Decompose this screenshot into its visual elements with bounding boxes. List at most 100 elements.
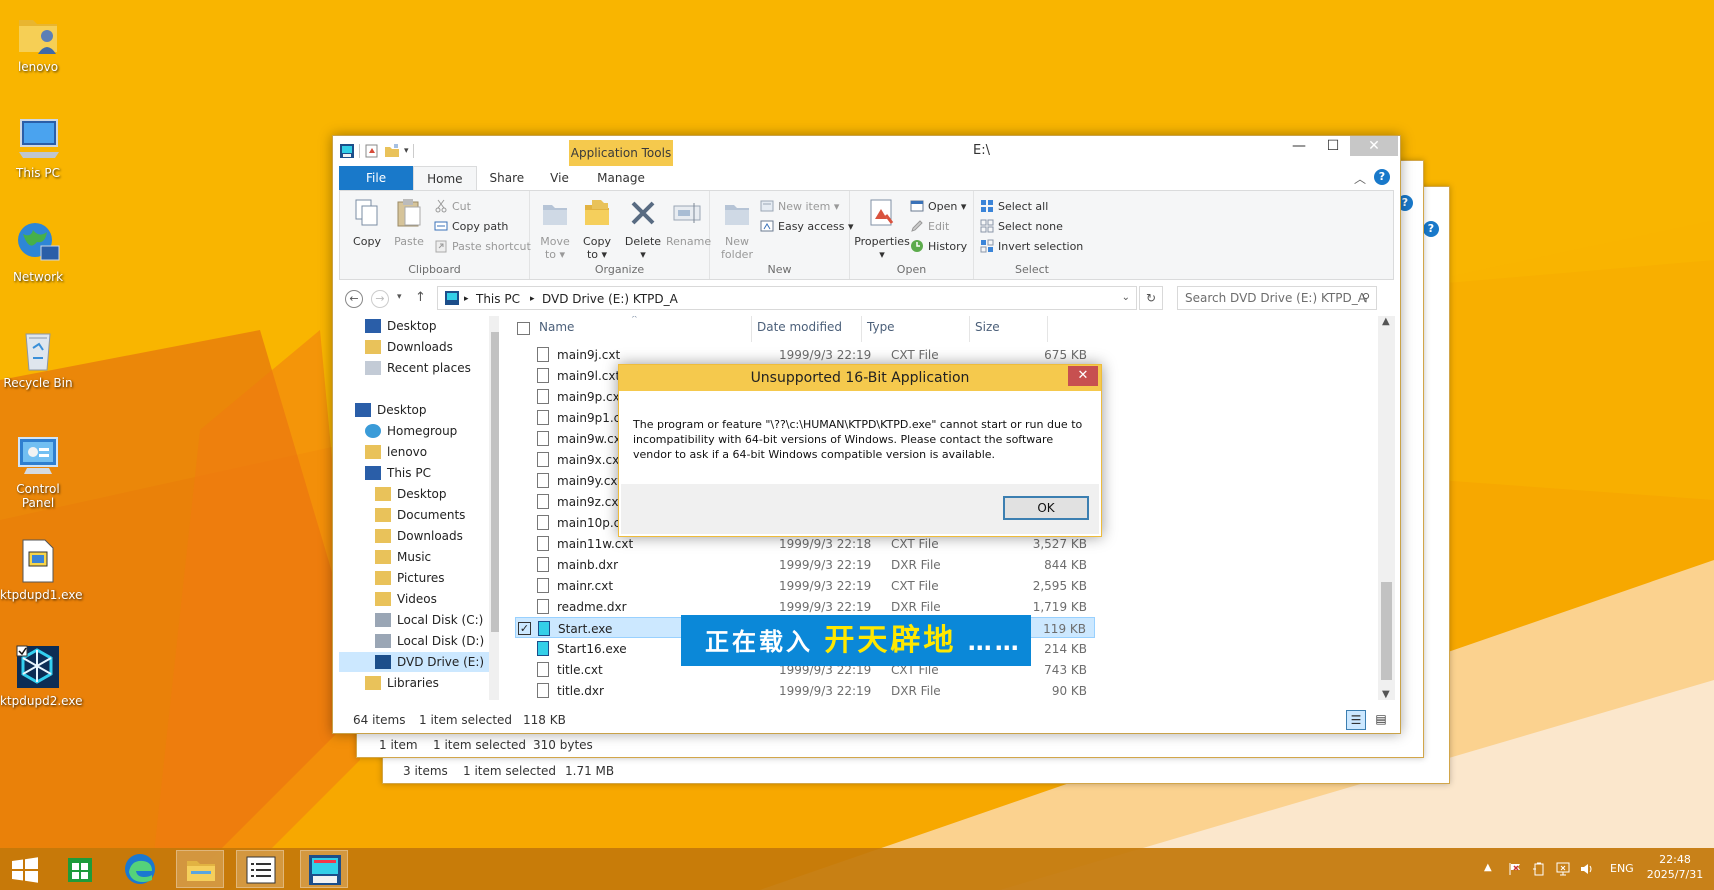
taskbar-file-explorer[interactable] <box>176 850 224 888</box>
tab-home[interactable]: Home <box>413 166 477 190</box>
taskbar-edge[interactable] <box>116 850 164 888</box>
help-icon[interactable]: ? <box>1374 169 1390 185</box>
maximize-button[interactable]: ☐ <box>1316 136 1350 156</box>
paste-shortcut-button[interactable]: Paste shortcut <box>434 237 531 255</box>
address-bar[interactable]: ▸ This PC ▸ DVD Drive (E:) KTPD_A ⌄ <box>437 286 1137 310</box>
breadcrumb-dvd-drive[interactable]: DVD Drive (E:) KTPD_A <box>542 292 678 306</box>
paste-button[interactable]: Paste <box>388 197 430 248</box>
tab-manage[interactable]: Manage <box>569 166 673 192</box>
tab-share[interactable]: Share <box>477 166 538 190</box>
navigation-pane[interactable]: Desktop Downloads Recent places Desktop … <box>339 316 499 700</box>
nav-item-pc-desktop[interactable]: Desktop <box>375 484 447 504</box>
up-arrow-icon[interactable]: ↑ <box>415 290 426 305</box>
nav-item-local-disk-c[interactable]: Local Disk (C:) <box>375 610 483 630</box>
table-row[interactable]: mainb.dxr 1999/9/3 22:19 DXR File 844 KB <box>515 554 1095 575</box>
move-to-button[interactable]: Move to ▾ <box>534 197 576 261</box>
power-battery-icon[interactable] <box>1532 862 1546 876</box>
rename-button[interactable]: Rename <box>666 197 711 248</box>
nav-item-videos[interactable]: Videos <box>375 589 437 609</box>
scroll-up-icon[interactable]: ▲ <box>1382 316 1390 327</box>
volume-speaker-icon[interactable] <box>1580 862 1594 876</box>
input-language-indicator[interactable]: ENG <box>1610 862 1634 875</box>
minimize-button[interactable]: — <box>1282 136 1316 156</box>
file-list-scrollbar[interactable]: ▲ ▼ <box>1378 316 1395 700</box>
nav-item-this-pc[interactable]: This PC <box>365 463 431 483</box>
nav-item-libraries[interactable]: Libraries <box>365 673 439 693</box>
tab-file[interactable]: File <box>339 166 414 190</box>
desktop-icon-ktpdupd2[interactable]: ktpdupd2.exe <box>0 642 82 708</box>
row-checkbox[interactable]: ✓ <box>518 622 531 635</box>
recent-locations-icon[interactable]: ▾ <box>397 292 402 302</box>
table-row[interactable]: main9j.cxt 1999/9/3 22:19 CXT File 675 KB <box>515 344 1095 365</box>
copy-to-button[interactable]: Copy to ▾ <box>576 197 618 261</box>
scroll-down-icon[interactable]: ▼ <box>1382 689 1390 700</box>
ok-button[interactable]: OK <box>1003 496 1089 520</box>
nav-item-pictures[interactable]: Pictures <box>375 568 445 588</box>
history-button[interactable]: History <box>910 237 967 255</box>
taskbar-ktpd-app[interactable] <box>300 850 348 888</box>
show-hidden-icons-icon[interactable]: ▲ <box>1484 862 1498 876</box>
new-folder-button[interactable]: New folder <box>716 197 758 261</box>
select-all-checkbox[interactable] <box>517 322 530 335</box>
close-button[interactable]: ✕ <box>1350 136 1398 156</box>
nav-item-dvd-drive[interactable]: DVD Drive (E:) K <box>339 652 496 672</box>
easy-access-button[interactable]: Easy access ▾ <box>760 217 854 235</box>
nav-item-homegroup[interactable]: Homegroup <box>365 421 457 441</box>
network-status-icon[interactable] <box>1556 862 1570 876</box>
title-bar[interactable]: ▾ Application Tools E:\ — ☐ ✕ <box>333 136 1400 166</box>
start-button[interactable] <box>0 850 48 888</box>
column-header-date[interactable]: Date modified <box>757 320 842 334</box>
help-icon[interactable]: ? <box>1423 221 1439 237</box>
nav-item-music[interactable]: Music <box>375 547 431 567</box>
taskbar-store[interactable] <box>56 850 104 888</box>
collapse-ribbon-icon[interactable]: ︿ <box>1354 170 1366 187</box>
column-header-type[interactable]: Type <box>867 320 895 334</box>
desktop-icon-recycle-bin[interactable]: Recycle Bin <box>0 324 76 390</box>
open-button[interactable]: Open ▾ <box>910 197 966 215</box>
scrollbar-thumb[interactable] <box>491 332 499 632</box>
nav-item-desktop-root[interactable]: Desktop <box>355 400 427 420</box>
edit-button[interactable]: Edit <box>910 217 949 235</box>
nav-item-downloads[interactable]: Downloads <box>375 526 463 546</box>
nav-item-fav-desktop[interactable]: Desktop <box>365 316 437 336</box>
cut-button[interactable]: Cut <box>434 197 471 215</box>
forward-button[interactable]: → <box>371 290 389 308</box>
scrollbar-thumb[interactable] <box>1381 582 1392 680</box>
select-all-button[interactable]: Select all <box>980 197 1048 215</box>
desktop-icon-lenovo[interactable]: lenovo <box>0 8 76 74</box>
column-header-name[interactable]: Name <box>539 320 574 334</box>
customize-qat-icon[interactable]: ▾ <box>404 146 409 156</box>
action-center-flag-icon[interactable] <box>1508 862 1522 876</box>
back-button[interactable]: ← <box>345 290 363 308</box>
address-dropdown-icon[interactable]: ⌄ <box>1122 292 1130 303</box>
select-none-button[interactable]: Select none <box>980 217 1063 235</box>
dialog-title-bar[interactable]: Unsupported 16-Bit Application ✕ <box>619 365 1101 391</box>
copy-path-button[interactable]: Copy path <box>434 217 508 235</box>
nav-item-local-disk-d[interactable]: Local Disk (D:) <box>375 631 484 651</box>
copy-button[interactable]: Copy <box>346 197 388 248</box>
table-row[interactable]: title.dxr 1999/9/3 22:19 DXR File 90 KB <box>515 680 1095 700</box>
breadcrumb-this-pc[interactable]: This PC <box>476 292 520 306</box>
nav-item-documents[interactable]: Documents <box>375 505 465 525</box>
system-clock[interactable]: 22:48 2025/7/31 <box>1640 852 1710 882</box>
search-input[interactable]: Search DVD Drive (E:) KTPD_A ⚲ <box>1177 286 1377 310</box>
new-folder-icon[interactable] <box>384 143 400 159</box>
delete-button[interactable]: Delete ▾ <box>622 197 664 261</box>
details-view-icon[interactable]: ☰ <box>1346 710 1366 730</box>
desktop-icon-this-pc[interactable]: This PC <box>0 114 76 180</box>
nav-item-fav-downloads[interactable]: Downloads <box>365 337 453 357</box>
new-item-button[interactable]: New item ▾ <box>760 197 839 215</box>
column-header-size[interactable]: Size <box>975 320 1000 334</box>
navigation-scrollbar[interactable] <box>489 316 499 700</box>
error-dialog[interactable]: Unsupported 16-Bit Application ✕ The pro… <box>618 364 1102 537</box>
desktop-icon-network[interactable]: Network <box>0 218 76 284</box>
properties-button[interactable]: Properties ▾ <box>854 197 910 261</box>
invert-selection-button[interactable]: Invert selection <box>980 237 1083 255</box>
desktop-icon-control-panel[interactable]: Control Panel <box>0 430 76 510</box>
properties-icon[interactable] <box>364 143 380 159</box>
refresh-button[interactable]: ↻ <box>1139 286 1163 310</box>
dialog-close-button[interactable]: ✕ <box>1068 366 1098 386</box>
taskbar-task-list[interactable] <box>236 850 284 888</box>
nav-item-recent-places[interactable]: Recent places <box>365 358 471 378</box>
table-row[interactable]: mainr.cxt 1999/9/3 22:19 CXT File 2,595 KB <box>515 575 1095 596</box>
